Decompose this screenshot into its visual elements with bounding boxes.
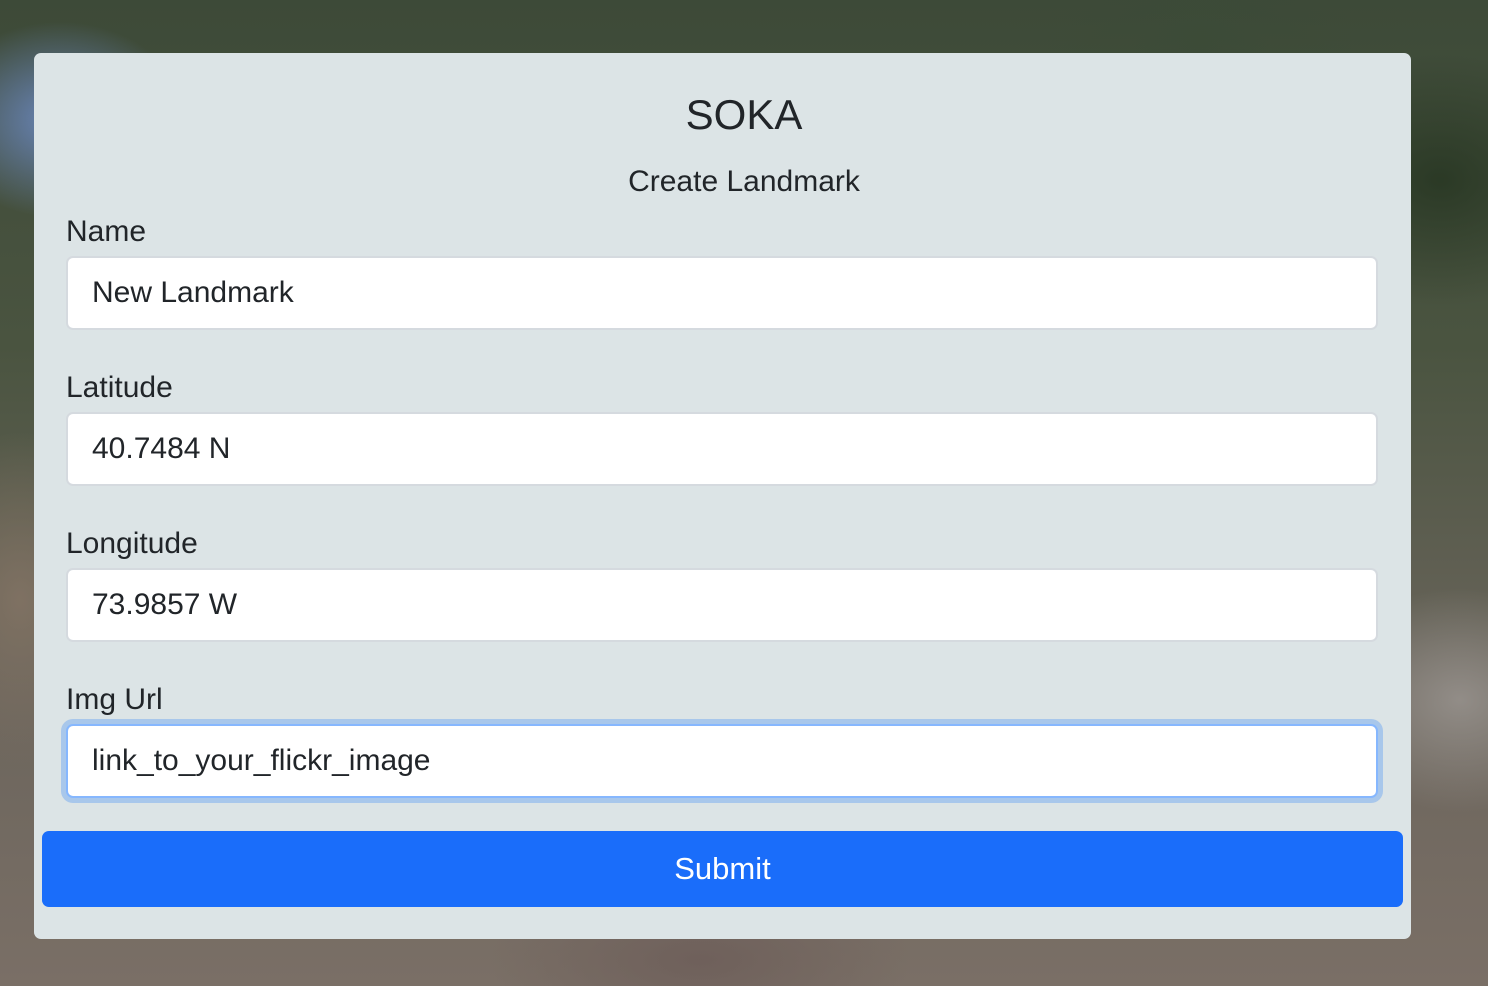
latitude-label: Latitude (66, 371, 173, 404)
latitude-input[interactable] (66, 412, 1378, 486)
img-url-label: Img Url (66, 683, 163, 716)
name-label: Name (66, 215, 147, 248)
longitude-label: Longitude (66, 527, 198, 560)
submit-button[interactable]: Submit (42, 831, 1403, 907)
form-subtitle: Create Landmark (628, 165, 860, 198)
name-input[interactable] (66, 256, 1378, 330)
app-title: SOKA (685, 91, 803, 138)
longitude-input[interactable] (66, 568, 1378, 642)
img-url-input[interactable] (66, 724, 1378, 798)
